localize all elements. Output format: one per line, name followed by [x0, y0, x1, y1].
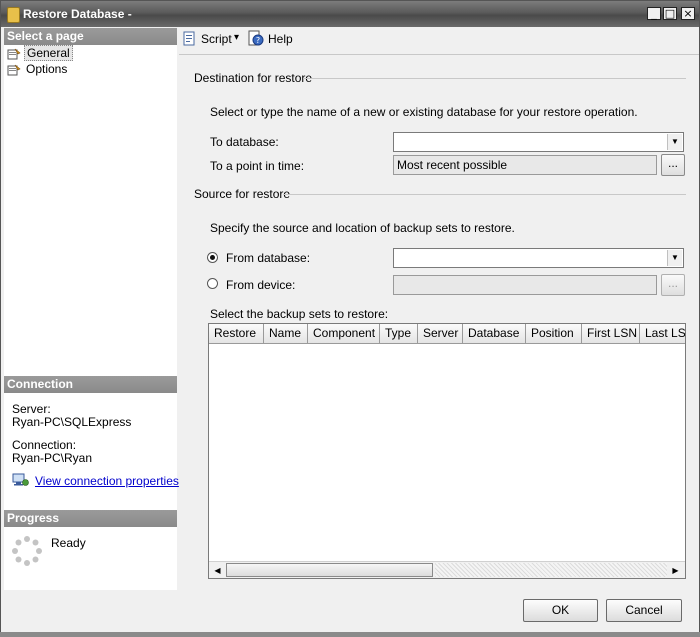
- cancel-button[interactable]: Cancel: [606, 599, 682, 622]
- from-device-label: From device:: [226, 278, 296, 292]
- from-device-browse-button[interactable]: ...: [661, 274, 685, 296]
- page-options-icon: [7, 64, 21, 76]
- title-bar[interactable]: Restore Database - _ □ ×: [1, 1, 699, 27]
- column-header-component[interactable]: Component: [308, 324, 380, 344]
- column-header-first-lsn[interactable]: First LSN: [582, 324, 640, 344]
- server-label: Server:: [12, 402, 51, 416]
- svg-text:?: ?: [256, 36, 260, 45]
- column-header-name[interactable]: Name: [264, 324, 308, 344]
- server-value: Ryan-PC\SQLExpress: [12, 415, 132, 429]
- progress-header: Progress: [4, 510, 177, 527]
- source-instruction: Specify the source and location of backu…: [210, 221, 515, 235]
- from-database-label: From database:: [226, 251, 311, 265]
- destination-group-title: Destination for restore: [194, 71, 313, 85]
- point-in-time-field: Most recent possible: [393, 155, 657, 175]
- app-database-icon: [7, 7, 20, 23]
- ok-button[interactable]: OK: [523, 599, 598, 622]
- chevron-down-icon[interactable]: ▼: [667, 134, 682, 150]
- scroll-right-icon[interactable]: ▶: [668, 563, 683, 578]
- column-header-restore[interactable]: Restore: [209, 324, 264, 344]
- taskbar-strip: [0, 632, 700, 637]
- left-pane: [4, 28, 177, 590]
- progress-spinner-icon: [11, 535, 43, 567]
- column-header-database[interactable]: Database: [463, 324, 526, 344]
- scrollbar-track[interactable]: [435, 563, 667, 577]
- column-header-position[interactable]: Position: [526, 324, 582, 344]
- to-database-combo[interactable]: ▼: [393, 132, 684, 152]
- connection-header: Connection: [4, 376, 177, 393]
- help-icon[interactable]: ?: [247, 30, 264, 47]
- restore-database-window: Restore Database - _ □ × Select a page G…: [0, 0, 700, 637]
- close-button[interactable]: ×: [681, 7, 695, 20]
- script-dropdown-arrow[interactable]: ▾: [234, 32, 239, 43]
- help-button[interactable]: Help: [268, 32, 293, 46]
- from-database-combo[interactable]: ▼: [393, 248, 684, 268]
- column-header-server[interactable]: Server: [418, 324, 463, 344]
- source-group-line: [283, 194, 686, 195]
- maximize-button[interactable]: □: [663, 7, 677, 20]
- backup-sets-label: Select the backup sets to restore:: [210, 307, 389, 321]
- window-title: Restore Database -: [23, 7, 132, 21]
- destination-instruction: Select or type the name of a new or exis…: [210, 105, 638, 119]
- backup-sets-grid[interactable]: Restore Name Component Type Server Datab…: [208, 323, 686, 579]
- scrollbar-thumb[interactable]: [226, 563, 433, 577]
- page-item-label: General: [24, 45, 73, 61]
- minimize-button[interactable]: _: [647, 7, 661, 20]
- from-device-field: [393, 275, 657, 295]
- scroll-left-icon[interactable]: ◀: [210, 563, 225, 578]
- chevron-down-icon[interactable]: ▼: [667, 250, 682, 266]
- column-header-type[interactable]: Type: [380, 324, 418, 344]
- page-item-options[interactable]: Options: [7, 62, 69, 77]
- view-connection-properties-link[interactable]: View connection properties: [35, 474, 179, 488]
- page-item-label: Options: [26, 62, 68, 76]
- to-database-label: To database:: [210, 135, 279, 149]
- connection-value: Ryan-PC\Ryan: [12, 451, 93, 465]
- column-header-last-lsn[interactable]: Last LSN: [640, 324, 685, 344]
- script-button[interactable]: Script: [201, 32, 232, 46]
- connection-properties-icon: [12, 473, 29, 487]
- point-in-time-browse-button[interactable]: ...: [661, 154, 685, 176]
- horizontal-scrollbar[interactable]: ◀ ▶: [209, 561, 685, 578]
- script-icon[interactable]: [182, 31, 198, 47]
- progress-status: Ready: [51, 536, 86, 550]
- point-in-time-label: To a point in time:: [210, 159, 305, 173]
- from-device-radio[interactable]: [207, 278, 218, 289]
- connection-label: Connection:: [12, 438, 77, 452]
- select-page-header: Select a page: [4, 28, 177, 45]
- page-general-icon: [7, 48, 21, 60]
- page-item-general[interactable]: General: [7, 45, 73, 61]
- source-group-title: Source for restore: [194, 187, 291, 201]
- destination-group-line: [303, 78, 686, 79]
- from-database-radio[interactable]: [207, 252, 218, 263]
